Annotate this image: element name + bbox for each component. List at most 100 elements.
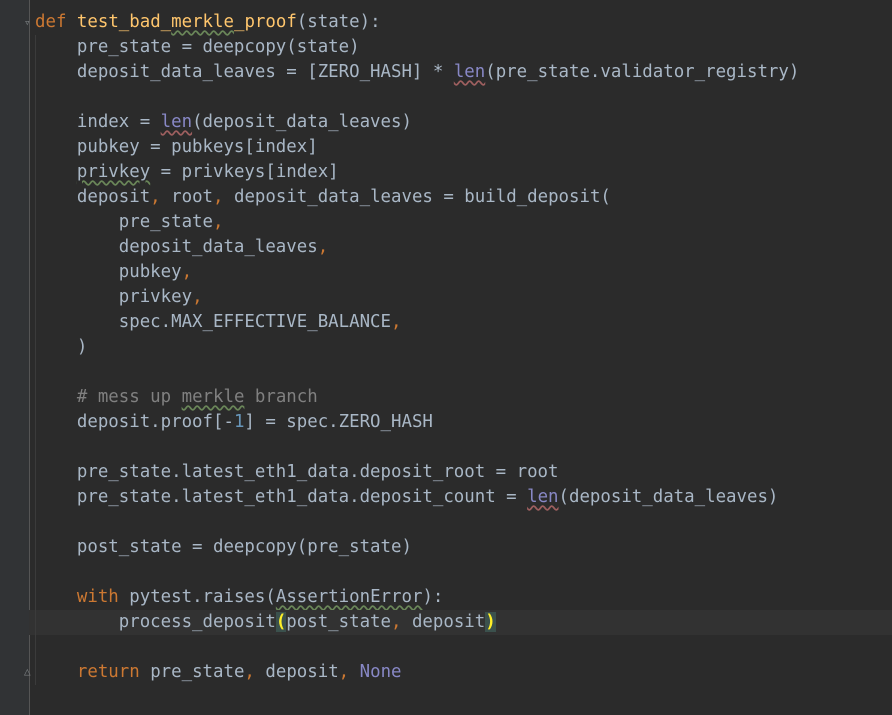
code-line[interactable]: with pytest.raises(AssertionError): <box>35 585 892 610</box>
code-editor[interactable]: ▿ △ def test_bad_merkle_proof(state): pr… <box>0 0 892 715</box>
code-line[interactable]: process_deposit(post_state, deposit) <box>29 610 892 635</box>
indent-guide <box>35 535 36 560</box>
code-token: ): <box>422 587 444 607</box>
indent-guide <box>35 460 36 485</box>
code-line[interactable]: post_state = deepcopy(pre_state) <box>35 535 892 560</box>
code-token: ] = spec.ZERO_HASH <box>244 412 433 432</box>
indent-guide <box>35 235 36 260</box>
code-token: post_state <box>286 612 391 632</box>
code-line[interactable]: pubkey, <box>35 260 892 285</box>
code-token: None <box>359 662 402 682</box>
code-token: def <box>35 12 67 32</box>
indent-guide <box>35 210 36 235</box>
code-line[interactable]: # mess up merkle branch <box>35 385 892 410</box>
indent-guide <box>35 185 36 210</box>
indent-guide <box>35 585 36 610</box>
code-token: privkey <box>76 162 151 182</box>
code-token: _proof <box>233 12 297 32</box>
code-token: len <box>453 62 486 82</box>
code-line[interactable]: pre_state.latest_eth1_data.deposit_root … <box>35 460 892 485</box>
code-token: branch <box>244 387 318 407</box>
code-token: # mess up <box>35 387 182 407</box>
code-token: (state): <box>296 12 381 32</box>
editor-gutter: ▿ △ <box>0 0 31 715</box>
indent-guide <box>35 135 36 160</box>
code-token: with <box>76 587 119 607</box>
code-line[interactable]: deposit_data_leaves = [ZERO_HASH] * len(… <box>35 60 892 85</box>
code-line[interactable]: return pre_state, deposit, None <box>35 660 892 685</box>
code-line[interactable] <box>35 85 892 110</box>
code-token: merkle <box>181 387 245 407</box>
code-line[interactable] <box>35 560 892 585</box>
code-line[interactable]: pre_state.latest_eth1_data.deposit_count… <box>35 485 892 510</box>
code-token: ( <box>275 612 287 632</box>
code-token: (deposit_data_leaves) <box>558 487 779 507</box>
code-token: , <box>213 187 224 207</box>
code-token: pre_state <box>139 662 245 682</box>
code-token: AssertionError <box>275 587 423 607</box>
code-line[interactable]: pre_state = deepcopy(state) <box>35 35 892 60</box>
indent-guide <box>35 260 36 285</box>
code-token: deposit_data_leaves <box>35 237 318 257</box>
code-line[interactable] <box>35 360 892 385</box>
fold-collapse-icon[interactable]: ▿ <box>24 17 34 29</box>
indent-guide <box>35 310 36 335</box>
indent-guide <box>35 635 36 660</box>
indent-guide <box>35 60 36 85</box>
code-token: , <box>244 662 255 682</box>
code-token: , <box>338 662 350 682</box>
code-line[interactable]: privkey = privkeys[index] <box>35 160 892 185</box>
code-token: deposit_data_leaves = build_deposit( <box>223 187 611 207</box>
code-token: pubkey = pubkeys[index] <box>35 137 318 157</box>
code-token: pytest.raises( <box>118 587 276 607</box>
code-token: process_deposit <box>35 612 276 632</box>
code-token: return <box>76 662 140 682</box>
code-token: len <box>527 487 559 507</box>
indent-guide <box>35 560 36 585</box>
code-token: pre_state.latest_eth1_data.deposit_root … <box>35 462 559 482</box>
code-line[interactable]: privkey, <box>35 285 892 310</box>
code-token: root <box>160 187 214 207</box>
code-token: , <box>317 237 329 257</box>
code-token: , <box>391 612 402 632</box>
code-token: post_state = deepcopy(pre_state) <box>35 537 412 557</box>
code-line[interactable] <box>35 635 892 660</box>
code-token: deposit <box>35 187 151 207</box>
indent-guide <box>35 485 36 510</box>
code-line[interactable]: spec.MAX_EFFECTIVE_BALANCE, <box>35 310 892 335</box>
indent-guide <box>35 610 36 635</box>
code-token: pre_state.latest_eth1_data.deposit_count… <box>35 487 528 507</box>
indent-guide <box>35 160 36 185</box>
code-token: ) <box>35 337 88 357</box>
code-token: privkey <box>35 287 193 307</box>
code-token: , <box>213 212 224 232</box>
fold-end-icon[interactable]: △ <box>24 666 34 678</box>
code-token: spec.MAX_EFFECTIVE_BALANCE <box>35 312 391 332</box>
code-token: , <box>150 187 161 207</box>
code-token: , <box>181 262 193 282</box>
indent-guide <box>35 85 36 110</box>
code-line[interactable]: deposit, root, deposit_data_leaves = bui… <box>35 185 892 210</box>
code-line[interactable]: ) <box>35 335 892 360</box>
code-line[interactable] <box>35 510 892 535</box>
code-line[interactable]: deposit_data_leaves, <box>35 235 892 260</box>
code-line[interactable]: pre_state, <box>35 210 892 235</box>
code-line[interactable]: def test_bad_merkle_proof(state): <box>35 10 892 35</box>
code-line[interactable]: deposit.proof[-1] = spec.ZERO_HASH <box>35 410 892 435</box>
code-line[interactable]: index = len(deposit_data_leaves) <box>35 110 892 135</box>
indent-guide <box>35 35 36 60</box>
code-token: pre_state = deepcopy(state) <box>35 37 360 57</box>
code-token: (pre_state.validator_registry) <box>485 62 800 82</box>
code-line[interactable]: pubkey = pubkeys[index] <box>35 135 892 160</box>
code-token: (deposit_data_leaves) <box>192 112 412 132</box>
code-token: ) <box>485 612 496 632</box>
indent-guide <box>35 510 36 535</box>
code-area[interactable]: def test_bad_merkle_proof(state): pre_st… <box>29 10 892 685</box>
code-token: index = <box>35 112 161 132</box>
indent-guide <box>35 660 36 685</box>
code-line[interactable] <box>35 435 892 460</box>
